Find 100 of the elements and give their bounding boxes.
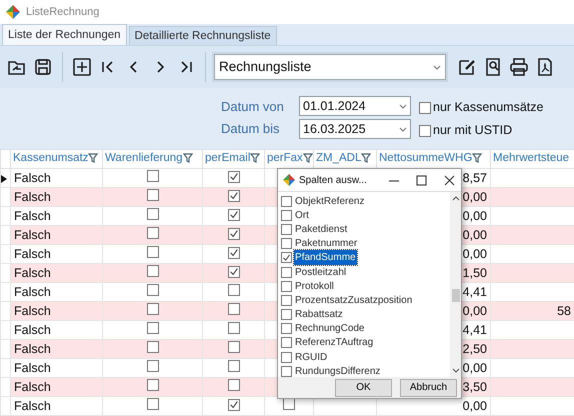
tab[interactable]: Liste der Rechnungen: [2, 24, 127, 45]
check-icon: [282, 252, 291, 264]
app-logo-icon: [6, 5, 20, 19]
checkbox[interactable]: [281, 352, 292, 363]
table-cell: Falsch: [14, 323, 51, 337]
checkbox[interactable]: [146, 265, 158, 277]
checkbox[interactable]: [283, 398, 295, 410]
checkbox[interactable]: [228, 228, 240, 240]
checkbox[interactable]: [146, 303, 158, 315]
app-logo-icon: [283, 174, 295, 186]
checkbox[interactable]: [419, 124, 431, 136]
checkbox[interactable]: [281, 337, 292, 348]
checkbox[interactable]: [146, 322, 158, 334]
checkbox[interactable]: [228, 208, 240, 220]
scroll-up-icon[interactable]: [452, 196, 460, 201]
checkbox[interactable]: [146, 360, 158, 372]
checkbox[interactable]: [146, 398, 158, 410]
table-cell: Falsch: [14, 342, 51, 356]
checkbox[interactable]: [281, 196, 292, 207]
checkbox[interactable]: [228, 341, 240, 353]
table-cell: 8,57: [462, 171, 487, 185]
checkbox[interactable]: [281, 280, 292, 292]
checkbox[interactable]: [281, 294, 292, 306]
table-cell: Falsch: [14, 247, 51, 261]
table-cell: 1,50: [462, 266, 487, 280]
check-icon: [228, 399, 238, 410]
checkbox[interactable]: [281, 323, 292, 334]
checkbox[interactable]: [228, 266, 240, 278]
check-icon: [228, 171, 238, 182]
scroll-down-icon[interactable]: [452, 368, 460, 373]
table-cell: 58: [557, 304, 571, 318]
table-cell: 0,00: [462, 190, 487, 204]
filter-icon[interactable]: [361, 153, 372, 164]
list-item[interactable]: RechnungCode: [294, 321, 366, 336]
list-item[interactable]: ObjektReferenz: [294, 194, 366, 209]
checkbox[interactable]: [146, 227, 158, 239]
checkbox[interactable]: [281, 366, 292, 377]
table-cell: Falsch: [14, 190, 51, 204]
dropdown-icon: [399, 126, 407, 132]
checkbox[interactable]: [228, 379, 240, 391]
checkbox[interactable]: [146, 284, 158, 296]
search-document-icon[interactable]: [483, 57, 503, 77]
checkbox[interactable]: [281, 224, 292, 235]
check-icon: [228, 228, 238, 239]
table-cell: 4,41: [462, 323, 487, 337]
edit-icon[interactable]: [457, 57, 477, 77]
report-select[interactable]: Rechnungsliste: [214, 54, 446, 80]
checkbox[interactable]: [281, 210, 292, 221]
filter-icon[interactable]: [88, 153, 98, 164]
tab[interactable]: Detaillierte Rechnungsliste: [128, 26, 277, 45]
scrollbar[interactable]: [450, 192, 461, 377]
list-item[interactable]: Rabattsatz: [294, 307, 344, 322]
table-cell: Falsch: [14, 285, 51, 299]
checkbox[interactable]: [146, 341, 158, 353]
filter-icon[interactable]: [182, 153, 193, 164]
list-item[interactable]: RundungsDifferenz: [294, 364, 382, 377]
filter-icon[interactable]: [302, 153, 312, 164]
checkbox[interactable]: [281, 252, 292, 264]
checkbox[interactable]: [146, 170, 158, 182]
checkbox[interactable]: [146, 379, 158, 391]
table-cell: Falsch: [14, 228, 51, 242]
checkbox[interactable]: [228, 246, 240, 258]
save-icon[interactable]: [33, 57, 53, 77]
checkbox[interactable]: [146, 246, 158, 258]
checkbox-label: nur mit USTID: [433, 122, 512, 140]
table-cell: 0,00: [462, 304, 487, 318]
dialog-button[interactable]: OK: [335, 378, 392, 396]
checkbox[interactable]: [228, 284, 240, 296]
table-cell: Falsch: [14, 266, 51, 280]
filter-icon[interactable]: [250, 153, 260, 164]
date-field[interactable]: 01.01.2024: [299, 96, 411, 116]
list-item[interactable]: PfandSumme: [294, 250, 357, 266]
table-cell: Falsch: [14, 399, 51, 413]
checkbox[interactable]: [146, 189, 158, 201]
checkbox[interactable]: [281, 238, 292, 250]
checkbox[interactable]: [281, 309, 292, 320]
filter-icon[interactable]: [472, 153, 482, 164]
checkbox[interactable]: [228, 360, 240, 372]
checkbox[interactable]: [228, 170, 240, 182]
checkbox[interactable]: [419, 102, 431, 114]
scrollbar-thumb[interactable]: [452, 289, 460, 302]
checkbox[interactable]: [228, 398, 240, 410]
current-row-icon: [2, 174, 7, 183]
print-icon[interactable]: [509, 57, 529, 77]
checkbox[interactable]: [146, 208, 158, 220]
table-cell: 0,00: [462, 399, 487, 413]
checkbox[interactable]: [228, 190, 240, 202]
checkbox[interactable]: [281, 266, 292, 278]
field-label: Datum von: [221, 98, 285, 116]
table-cell: 0,00: [462, 228, 487, 242]
add-icon[interactable]: [72, 57, 92, 77]
checkbox[interactable]: [228, 322, 240, 334]
table-cell: 0,00: [462, 361, 487, 375]
list-item[interactable]: Postleitzahl: [294, 264, 348, 280]
pdf-icon[interactable]: [535, 57, 555, 77]
checkbox[interactable]: [228, 303, 240, 315]
table-cell: 2,50: [462, 342, 487, 356]
date-field[interactable]: 16.03.2025: [299, 119, 411, 139]
dialog-button[interactable]: Abbruch: [400, 378, 457, 396]
check-icon: [228, 209, 238, 220]
